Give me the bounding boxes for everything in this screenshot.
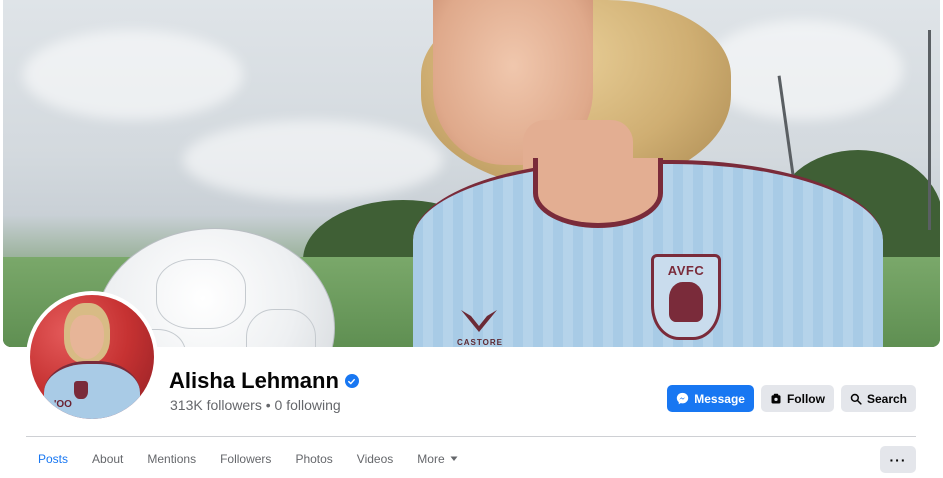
tab-posts[interactable]: Posts [26, 444, 80, 474]
messenger-icon [677, 392, 689, 405]
shirt-badge-icon [74, 381, 88, 399]
header-divider [26, 436, 916, 437]
profile-avatar[interactable]: 'OO [26, 291, 158, 423]
follow-counts: 313K followers • 0 following [170, 397, 341, 413]
crest-text: AVFC [667, 263, 705, 278]
cover-photo[interactable]: AVFC CASTORE [3, 0, 940, 347]
tab-photos[interactable]: Photos [283, 444, 344, 474]
profile-tabs: Posts About Mentions Followers Photos Vi… [26, 444, 470, 474]
follow-button-label: Follow [786, 391, 825, 406]
tab-more[interactable]: More [405, 444, 469, 474]
avatar-shirt-text: 'OO [54, 399, 72, 410]
caret-down-icon [450, 456, 458, 461]
tab-followers[interactable]: Followers [208, 444, 283, 474]
castore-logo-icon [461, 310, 497, 332]
followers-count-link[interactable]: 313K followers [170, 397, 262, 413]
separator: • [261, 397, 275, 413]
tab-videos[interactable]: Videos [345, 444, 405, 474]
club-crest: AVFC [651, 254, 721, 340]
lion-icon [669, 282, 703, 322]
cloud [703, 20, 903, 120]
search-button-label: Search [866, 391, 907, 406]
message-button[interactable]: Message [667, 385, 754, 412]
message-button-label: Message [694, 391, 745, 406]
cloud [183, 120, 443, 200]
profile-actions: Message Follow Search [667, 385, 916, 412]
following-count-link[interactable]: 0 following [275, 397, 341, 413]
ellipsis-icon: ··· [889, 451, 907, 468]
profile-name: Alisha Lehmann [169, 368, 339, 393]
search-icon [850, 393, 862, 405]
follow-button[interactable]: Follow [760, 385, 834, 412]
tab-mentions[interactable]: Mentions [135, 444, 208, 474]
verified-badge-icon[interactable] [344, 374, 359, 388]
profile-header: Alisha Lehmann [169, 367, 359, 395]
more-options-button[interactable]: ··· [880, 446, 916, 473]
kit-brand-text: CASTORE [457, 338, 503, 347]
jersey-collar [533, 158, 663, 228]
floodlight-pole [928, 30, 931, 230]
search-button[interactable]: Search [840, 385, 916, 412]
follow-icon [771, 393, 781, 403]
cloud [23, 30, 243, 120]
tab-about[interactable]: About [80, 444, 135, 474]
